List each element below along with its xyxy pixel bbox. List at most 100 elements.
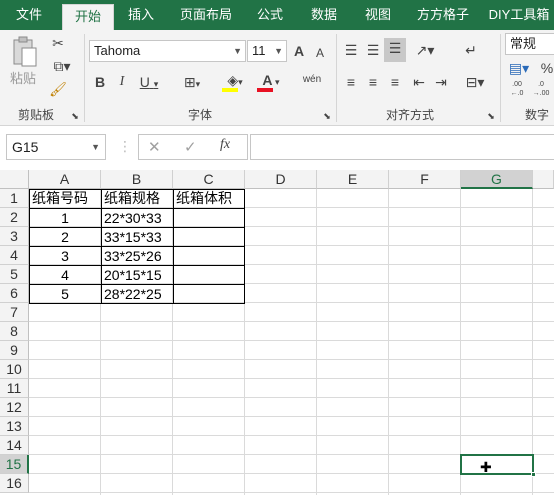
row-header[interactable]: 12: [0, 398, 29, 417]
cell-C3[interactable]: [174, 228, 244, 247]
gridline: [29, 359, 554, 360]
align-left-button[interactable]: ≡: [342, 72, 360, 92]
cell-C1[interactable]: 纸箱体积: [174, 189, 244, 208]
shrink-font-button[interactable]: A: [314, 43, 326, 63]
column-header[interactable]: F: [389, 170, 461, 189]
row-header[interactable]: 7: [0, 303, 29, 322]
cell-C6[interactable]: [174, 285, 244, 304]
tab-page-layout[interactable]: 页面布局: [170, 0, 242, 30]
name-box[interactable]: G15 ▼: [6, 134, 106, 160]
increase-indent-button[interactable]: ⇥: [432, 72, 450, 92]
row-header[interactable]: 1: [0, 189, 29, 208]
column-header[interactable]: B: [101, 170, 173, 189]
align-bottom-button[interactable]: ☰: [384, 38, 406, 62]
align-center-button[interactable]: ≡: [364, 72, 382, 92]
tab-diy-toolbox[interactable]: DIY工具箱: [484, 0, 554, 30]
accounting-format-button[interactable]: ▤▾: [506, 58, 532, 78]
merge-center-button[interactable]: ⊟▾: [460, 72, 490, 92]
italic-button[interactable]: I: [114, 72, 130, 92]
paste-icon: [13, 36, 37, 67]
row-header[interactable]: 8: [0, 322, 29, 341]
selected-cell-G15[interactable]: [460, 454, 534, 475]
format-painter-button[interactable]: 🖌: [47, 79, 69, 99]
row-header[interactable]: 3: [0, 227, 29, 246]
tab-formulas[interactable]: 公式: [246, 0, 294, 30]
row-header[interactable]: 14: [0, 436, 29, 455]
align-top-button[interactable]: ☰: [342, 40, 360, 60]
clipboard-launcher-icon[interactable]: ⬊: [70, 106, 80, 126]
enter-button[interactable]: ✓: [184, 138, 197, 156]
tab-insert[interactable]: 插入: [116, 0, 166, 30]
orientation-button[interactable]: ↗▾: [410, 40, 440, 60]
tab-home[interactable]: 开始: [62, 4, 114, 30]
cell-B2[interactable]: 22*30*33: [102, 209, 172, 228]
row-header[interactable]: 11: [0, 379, 29, 398]
row-header[interactable]: 16: [0, 474, 29, 493]
row-header[interactable]: 13: [0, 417, 29, 436]
cell-A1[interactable]: 纸箱号码: [30, 189, 100, 208]
wrap-text-button[interactable]: ↵: [460, 40, 482, 60]
cell-A5[interactable]: 4: [30, 266, 100, 285]
cell-B1[interactable]: 纸箱规格: [102, 189, 172, 208]
column-header[interactable]: A: [29, 170, 101, 189]
row-header[interactable]: 15: [0, 455, 29, 474]
percent-button[interactable]: %: [540, 58, 554, 78]
align-middle-button[interactable]: ☰: [364, 40, 382, 60]
row-header[interactable]: 9: [0, 341, 29, 360]
number-format-dropdown[interactable]: 常规: [505, 33, 554, 55]
font-launcher-icon[interactable]: ⬊: [322, 106, 332, 126]
alignment-launcher-icon[interactable]: ⬊: [486, 106, 496, 126]
bold-button[interactable]: B: [92, 72, 108, 92]
row-header[interactable]: 2: [0, 208, 29, 227]
copy-button[interactable]: ⧉▾: [47, 56, 77, 76]
tab-fangfang[interactable]: 方方格子: [408, 0, 478, 30]
cell-B5[interactable]: 20*15*15: [102, 266, 172, 285]
cell-A4[interactable]: 3: [30, 247, 100, 266]
align-top-icon: ☰: [344, 42, 358, 58]
cell-A2[interactable]: 1: [30, 209, 100, 228]
row-header[interactable]: 5: [0, 265, 29, 284]
cell-C4[interactable]: [174, 247, 244, 266]
font-color-icon: A: [262, 72, 273, 88]
phonetic-button[interactable]: wén: [298, 70, 326, 90]
cell-A3[interactable]: 2: [30, 228, 100, 247]
number-group-label: 数字: [524, 108, 549, 122]
column-header[interactable]: [533, 170, 554, 189]
row-header[interactable]: 4: [0, 246, 29, 265]
borders-button[interactable]: ⊞▾: [176, 72, 208, 94]
grow-font-button[interactable]: A: [292, 41, 306, 61]
font-size-dropdown[interactable]: 11 ▼: [247, 40, 287, 62]
paste-button[interactable]: [8, 34, 42, 68]
decrease-indent-button[interactable]: ⇤: [410, 72, 428, 92]
chevron-down-icon: ▼: [91, 142, 100, 152]
gridline: [388, 189, 389, 495]
insert-function-button[interactable]: fx: [220, 137, 230, 153]
column-header[interactable]: E: [317, 170, 389, 189]
cell-C5[interactable]: [174, 266, 244, 285]
fill-handle[interactable]: [531, 472, 536, 477]
column-header[interactable]: C: [173, 170, 245, 189]
orientation-icon: ↗▾: [415, 42, 435, 58]
row-header[interactable]: 6: [0, 284, 29, 303]
tab-file[interactable]: 文件: [4, 0, 54, 30]
column-header[interactable]: D: [245, 170, 317, 189]
cell-C2[interactable]: [174, 209, 244, 228]
cell-B6[interactable]: 28*22*25: [102, 285, 172, 304]
cell-B4[interactable]: 33*25*26: [102, 247, 172, 266]
cell-B3[interactable]: 33*15*33: [102, 228, 172, 247]
cell-A6[interactable]: 5: [30, 285, 100, 304]
decrease-indent-icon: ⇤: [413, 74, 425, 90]
font-name-dropdown[interactable]: Tahoma ▼: [89, 40, 246, 62]
tab-data[interactable]: 数据: [300, 0, 348, 30]
align-right-button[interactable]: ≡: [386, 72, 404, 92]
select-all-corner[interactable]: [0, 170, 29, 189]
row-header[interactable]: 10: [0, 360, 29, 379]
decrease-decimal-button[interactable]: .0 →.00: [530, 80, 552, 98]
tab-view[interactable]: 视图: [354, 0, 402, 30]
underline-button[interactable]: U ▾: [136, 72, 162, 94]
increase-decimal-button[interactable]: .00 ←.0: [506, 80, 528, 98]
formula-input[interactable]: [250, 134, 554, 160]
cancel-button[interactable]: ✕: [148, 138, 161, 156]
column-header-selected[interactable]: G: [461, 170, 533, 189]
cut-button[interactable]: ✂: [47, 33, 69, 53]
